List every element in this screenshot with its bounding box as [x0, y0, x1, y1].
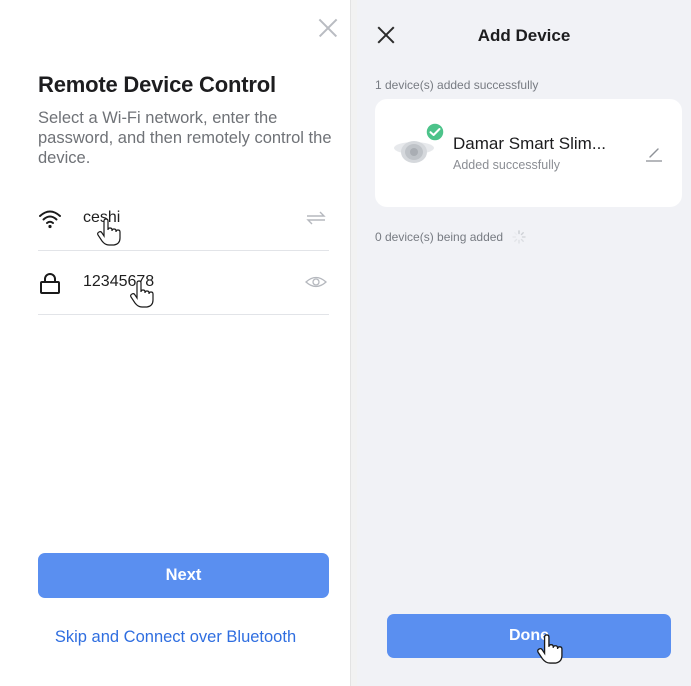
wifi-name-value[interactable]: ceshi — [83, 209, 120, 227]
wifi-icon — [39, 210, 61, 229]
device-status: Added successfully — [453, 158, 561, 172]
close-icon[interactable] — [318, 18, 338, 38]
done-button[interactable]: Done — [387, 614, 671, 658]
lock-icon — [40, 273, 60, 294]
loading-spinner-icon — [512, 230, 527, 244]
page-title: Add Device — [477, 26, 571, 45]
page-title: Remote Device Control — [38, 72, 276, 97]
next-button[interactable]: Next — [38, 553, 329, 598]
device-card[interactable]: Damar Smart Slim... Added successfully — [375, 99, 682, 207]
pending-count-label: 0 device(s) being added — [375, 230, 527, 244]
eye-icon[interactable] — [305, 273, 327, 291]
switch-network-icon[interactable] — [305, 209, 327, 227]
add-device-screen: Add Device 1 device(s) added successfull… — [357, 0, 691, 686]
added-count-label: 1 device(s) added successfully — [375, 78, 539, 92]
remote-control-screen: Remote Device Control Select a Wi-Fi net… — [0, 0, 351, 686]
page-description: Select a Wi-Fi network, enter the passwo… — [38, 109, 332, 167]
password-field[interactable]: 12345678 — [38, 252, 329, 315]
pencil-icon[interactable] — [645, 145, 663, 163]
wifi-field[interactable]: ceshi — [38, 188, 329, 251]
pending-count-text: 0 device(s) being added — [375, 230, 504, 244]
device-name: Damar Smart Slim... — [453, 134, 607, 153]
password-value[interactable]: 12345678 — [83, 273, 154, 291]
check-circle-icon — [425, 122, 445, 142]
bluetooth-connect-link[interactable]: Skip and Connect over Bluetooth — [0, 628, 350, 647]
